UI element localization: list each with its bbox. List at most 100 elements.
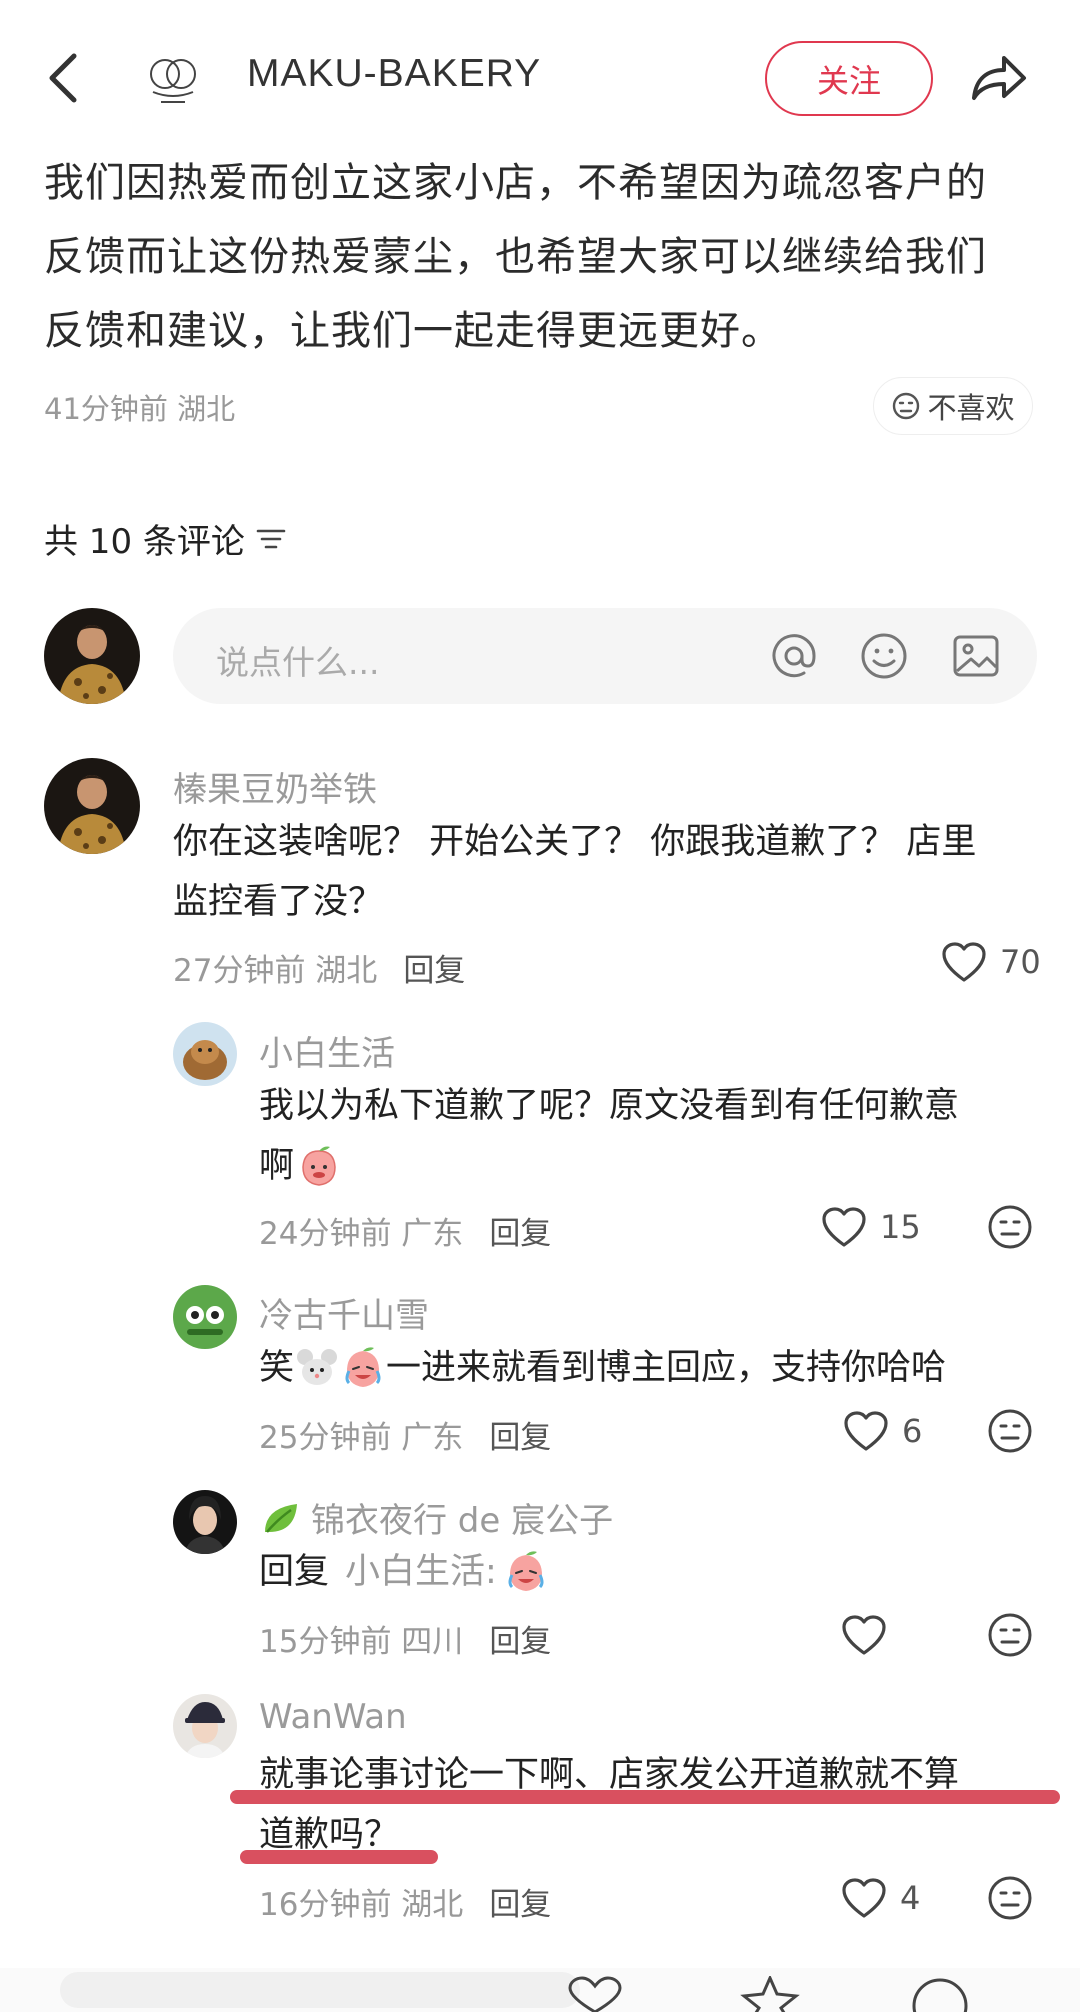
commenter-avatar[interactable] xyxy=(173,1285,237,1349)
mouse-emoji-icon xyxy=(297,1349,338,1385)
comment-time: 15分钟前 四川 xyxy=(259,1624,464,1660)
heart-icon[interactable] xyxy=(560,1976,630,2012)
commenter-name[interactable]: WanWan xyxy=(259,1697,407,1737)
comment-text: 你在这装啥呢？ 开始公关了？ 你跟我道歉了？ 店里 监控看了没？ xyxy=(173,812,1053,932)
comment-time: 24分钟前 广东 xyxy=(259,1216,464,1252)
crying-laugh-emoji-icon xyxy=(508,1551,544,1591)
reply-button[interactable]: 回复 xyxy=(403,953,465,989)
commenter-name[interactable]: 榛果豆奶举铁 xyxy=(173,762,377,811)
like-count: 15 xyxy=(880,1208,921,1246)
frown-face-icon xyxy=(988,1205,1032,1249)
reply-target[interactable]: 小白生活: xyxy=(345,1542,497,1602)
commenter-avatar[interactable] xyxy=(44,758,140,854)
heart-icon xyxy=(842,1615,886,1655)
comment-input-placeholder: 说点什么... xyxy=(216,643,380,682)
post-meta: 41分钟前 湖北 xyxy=(44,392,236,426)
avatar-image xyxy=(173,1285,237,1349)
like-button[interactable]: 70 xyxy=(940,940,1041,984)
comment-text: 就事论事讨论一下啊、店家发公开道歉就不算 道歉吗？ xyxy=(259,1745,1049,1865)
reply-prefix: 回复 xyxy=(259,1552,330,1592)
comment-time: 27分钟前 湖北 xyxy=(173,953,378,989)
comment-time: 16分钟前 湖北 xyxy=(259,1887,464,1923)
like-button[interactable]: 6 xyxy=(842,1409,922,1453)
commenter-avatar[interactable] xyxy=(173,1490,237,1554)
like-count: 4 xyxy=(900,1879,921,1917)
comment-line: 就事论事讨论一下啊、店家发公开道歉就不算 xyxy=(259,1755,960,1795)
like-button[interactable]: 4 xyxy=(840,1876,920,1920)
dislike-button[interactable] xyxy=(987,1875,1033,1921)
heart-icon xyxy=(842,1878,886,1918)
image-icon xyxy=(953,635,999,677)
star-icon[interactable] xyxy=(740,1976,800,2012)
mention-button[interactable] xyxy=(767,629,821,683)
comment-meta: 16分钟前 湖北 回复 xyxy=(259,1879,551,1924)
image-button[interactable] xyxy=(949,629,1003,683)
crying-laugh-emoji-icon xyxy=(345,1347,381,1387)
back-button[interactable] xyxy=(40,48,90,108)
comment-time: 25分钟前 广东 xyxy=(259,1420,464,1456)
commenter-name[interactable]: 冷古千山雪 xyxy=(259,1288,429,1337)
bakery-logo-icon xyxy=(150,59,196,103)
commenter-name-wrap[interactable]: 锦衣夜行 de 宸公子 xyxy=(259,1493,613,1542)
comment-line-wrap: 啊 xyxy=(259,1136,1039,1196)
frown-face-icon xyxy=(988,1876,1032,1920)
comment-text: 回复 小白生活: xyxy=(259,1542,549,1602)
peach-emoji-icon xyxy=(302,1146,336,1186)
heart-icon xyxy=(942,942,986,982)
reply-button[interactable]: 回复 xyxy=(489,1216,551,1252)
like-count: 70 xyxy=(1000,943,1041,981)
dislike-button[interactable] xyxy=(987,1204,1033,1250)
share-button[interactable] xyxy=(966,48,1030,108)
comment-count-label: 共 10 条评论 xyxy=(44,522,245,562)
dislike-button[interactable] xyxy=(987,1612,1033,1658)
post-line: 反馈而让这份热爱蒙尘，也希望大家可以继续给我们 xyxy=(44,234,987,280)
avatar-image xyxy=(44,758,140,854)
dislike-button[interactable] xyxy=(987,1408,1033,1454)
commenter-name: 锦衣夜行 de 宸公子 xyxy=(311,1501,614,1541)
user-avatar[interactable] xyxy=(44,608,140,704)
comment-count[interactable]: 共 10 条评论 xyxy=(44,514,287,563)
heart-icon xyxy=(844,1411,888,1451)
heart-icon xyxy=(822,1207,866,1247)
comment-meta: 27分钟前 湖北 回复 xyxy=(173,945,465,990)
emoji-button[interactable] xyxy=(857,629,911,683)
comment-text: 我以为私下道歉了呢？原文没看到有任何歉意 啊 xyxy=(259,1076,1039,1196)
avatar-image xyxy=(173,1022,237,1086)
comment-bubble-icon[interactable] xyxy=(905,1976,975,2012)
smile-icon xyxy=(861,633,907,679)
comment-text-part: 笑 xyxy=(259,1348,295,1388)
commenter-avatar[interactable] xyxy=(173,1022,237,1086)
comment-line: 监控看了没？ xyxy=(173,882,384,922)
bottom-action-bar xyxy=(0,1968,1080,2012)
comment-line: 我以为私下道歉了呢？原文没看到有任何歉意 xyxy=(259,1086,960,1126)
like-count: 6 xyxy=(902,1412,923,1450)
commenter-avatar[interactable] xyxy=(173,1694,237,1758)
follow-button[interactable]: 关注 xyxy=(765,41,933,116)
like-button[interactable]: 15 xyxy=(820,1205,921,1249)
shop-name[interactable]: MAKU-BAKERY xyxy=(247,52,541,96)
post-body: 我们因热爱而创立这家小店，不希望因为疏忽客户的 反馈而让这份热爱蒙尘，也希望大家… xyxy=(44,146,1044,368)
commenter-name[interactable]: 小白生活 xyxy=(259,1026,395,1075)
reply-button[interactable]: 回复 xyxy=(489,1887,551,1923)
like-button[interactable] xyxy=(840,1613,900,1657)
at-sign-icon xyxy=(772,634,816,678)
dislike-button[interactable]: 不喜欢 xyxy=(873,377,1033,435)
frown-face-icon xyxy=(988,1409,1032,1453)
chevron-left-icon xyxy=(49,53,77,103)
comment-meta: 24分钟前 广东 回复 xyxy=(259,1208,551,1253)
comment-meta: 15分钟前 四川 回复 xyxy=(259,1616,551,1661)
post-line: 反馈和建议，让我们一起走得更远更好。 xyxy=(44,308,782,354)
comment-meta: 25分钟前 广东 回复 xyxy=(259,1412,551,1457)
reply-button[interactable]: 回复 xyxy=(489,1624,551,1660)
bottom-comment-input[interactable] xyxy=(60,1972,580,2008)
comment-text-part: 一进来就看到博主回应，支持你哈哈 xyxy=(386,1348,947,1388)
comment-line: 道歉吗？ xyxy=(259,1815,400,1855)
comment-line: 啊 xyxy=(259,1146,295,1186)
shop-logo[interactable] xyxy=(135,48,211,108)
comment-input[interactable]: 说点什么... xyxy=(173,608,1037,704)
leaf-icon xyxy=(265,1503,297,1533)
sort-icon xyxy=(256,529,286,548)
reply-button[interactable]: 回复 xyxy=(489,1420,551,1456)
frown-face-icon xyxy=(988,1613,1032,1657)
comment-line: 你在这装啥呢？ 开始公关了？ 你跟我道歉了？ 店里 xyxy=(173,822,977,862)
